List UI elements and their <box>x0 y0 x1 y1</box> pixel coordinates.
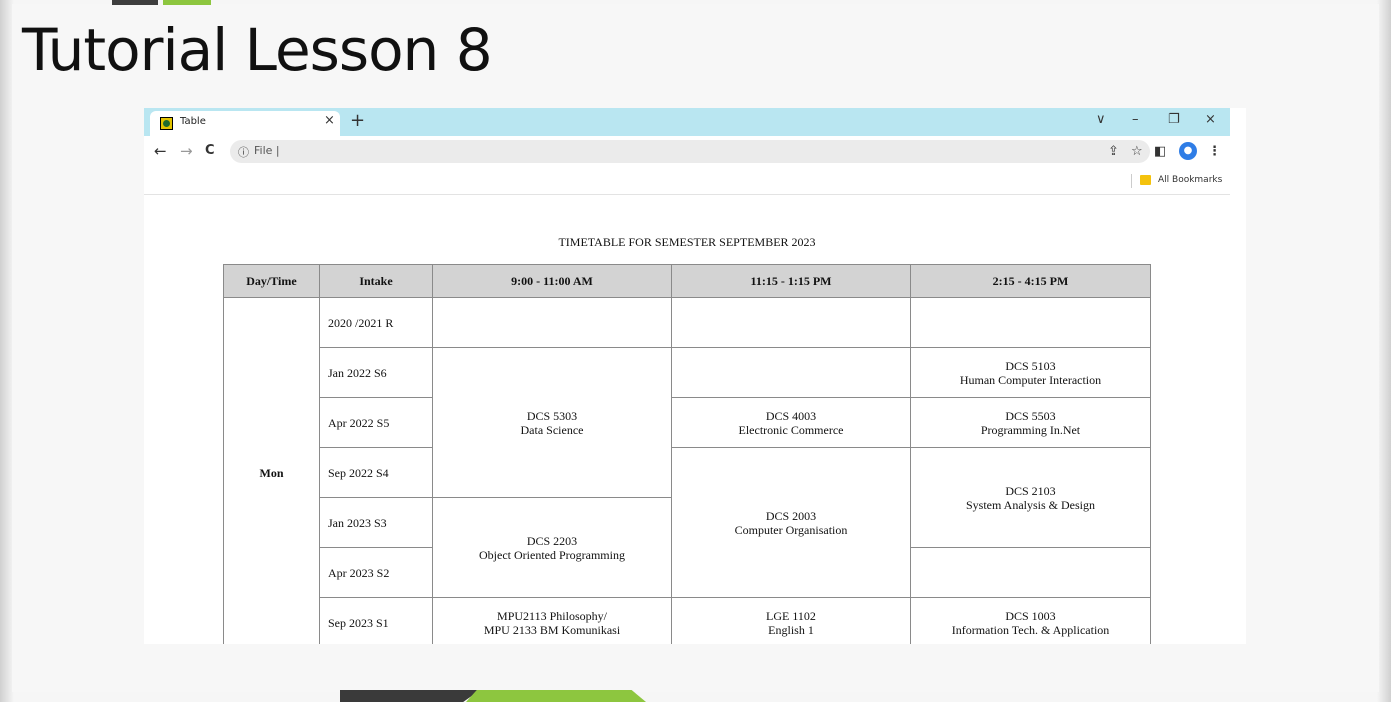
info-icon[interactable]: ⓘ <box>238 144 249 160</box>
close-tab-icon[interactable]: × <box>324 113 335 128</box>
course-code: DCS 2103 <box>1005 483 1056 498</box>
course-cell-dcs5103: DCS 5103 Human Computer Interaction <box>910 347 1151 398</box>
decor-green-bar-bottom <box>466 690 646 702</box>
all-bookmarks-button[interactable]: All Bookmarks <box>1158 175 1222 185</box>
back-button[interactable]: ← <box>154 142 167 160</box>
favicon-icon <box>160 117 173 130</box>
course-code: MPU2113 Philosophy/ <box>497 608 607 623</box>
reload-button[interactable]: C <box>205 143 215 158</box>
slide-title: Tutorial Lesson 8 <box>22 16 493 84</box>
course-name: Electronic Commerce <box>738 422 844 437</box>
menu-icon[interactable]: ⋮ <box>1208 144 1221 159</box>
course-cell-dcs1003: DCS 1003 Information Tech. & Application <box>910 597 1151 644</box>
course-code: DCS 5103 <box>1005 358 1056 373</box>
course-cell-dcs5303: DCS 5303 Data Science <box>432 347 672 498</box>
tab-table[interactable]: Table × <box>150 111 340 136</box>
course-name: Human Computer Interaction <box>959 372 1102 387</box>
page-heading: TIMETABLE FOR SEMESTER SEPTEMBER 2023 <box>558 235 816 249</box>
table-row: Apr 2022 S5 DCS 4003 Electronic Commerce… <box>224 397 1151 448</box>
course-name: Data Science <box>520 422 584 437</box>
tab-search-icon[interactable]: ∨ <box>1096 112 1106 127</box>
header-day-time: Day/Time <box>223 264 320 298</box>
table-row: Mon 2020 /2021 R <box>223 297 1151 644</box>
empty-cell <box>910 547 1151 598</box>
course-name: English 1 <box>768 622 814 637</box>
browser-toolbar: ← → C ⓘ File | ⇪ ☆ ◧ ● ⋮ <box>144 136 1230 168</box>
header-slot-1: 9:00 - 11:00 AM <box>432 264 672 298</box>
intake-cell: Jan 2023 S3 <box>319 497 433 548</box>
course-code: DCS 4003 <box>765 408 817 423</box>
course-name: Computer Organisation <box>734 522 848 537</box>
empty-cell <box>671 297 911 348</box>
course-name: Information Tech. & Application <box>951 622 1110 637</box>
intake-cell: Apr 2022 S5 <box>319 397 433 448</box>
address-text: File | <box>254 144 280 157</box>
course-cell-dcs5503: DCS 5503 Programming In.Net <box>910 397 1151 448</box>
intake-cell: 2020 /2021 R <box>319 297 433 348</box>
bookmarks-divider <box>1131 174 1132 188</box>
decor-dark-bar-top <box>112 0 158 5</box>
course-code: DCS 2203 <box>526 533 578 548</box>
course-cell-dcs2203: DCS 2203 Object Oriented Programming <box>432 497 672 598</box>
star-icon[interactable]: ☆ <box>1131 144 1143 159</box>
forward-button[interactable]: → <box>180 142 193 160</box>
course-cell-dcs4003: DCS 4003 Electronic Commerce <box>671 397 911 448</box>
day-cell: Mon <box>223 297 320 644</box>
sidepanel-icon[interactable]: ◧ <box>1154 144 1166 159</box>
bookmarks-bar: All Bookmarks <box>144 168 1230 195</box>
intake-cell: Apr 2023 S2 <box>319 547 433 598</box>
decor-dark-bar-bottom <box>340 690 480 702</box>
empty-cell <box>671 347 911 398</box>
course-name: MPU 2133 BM Komunikasi <box>483 622 621 637</box>
header-slot-2: 11:15 - 1:15 PM <box>671 264 911 298</box>
close-window-button[interactable]: × <box>1205 112 1216 127</box>
tab-title: Table <box>180 116 206 127</box>
course-name: Programming In.Net <box>980 422 1081 437</box>
timetable: Day/Time Intake 9:00 - 11:00 AM 11:15 - … <box>223 264 1151 644</box>
course-code: DCS 5303 <box>526 408 578 423</box>
header-row: Day/Time Intake 9:00 - 11:00 AM 11:15 - … <box>223 264 1151 298</box>
empty-cell <box>910 297 1151 348</box>
header-slot-3: 2:15 - 4:15 PM <box>910 264 1151 298</box>
decor-green-bar-top <box>163 0 211 5</box>
intake-cell: Sep 2023 S1 <box>319 597 433 644</box>
share-icon[interactable]: ⇪ <box>1108 144 1119 159</box>
intake-cell: Jan 2022 S6 <box>319 347 433 398</box>
browser-window: Table × + ∨ – ❐ × ← → C ⓘ File | ⇪ ☆ ◧ ●… <box>144 108 1246 644</box>
address-bar[interactable]: ⓘ File | <box>230 140 1150 163</box>
restore-button[interactable]: ❐ <box>1168 112 1180 127</box>
intake-cell: Sep 2022 S4 <box>319 447 433 498</box>
course-cell-dcs2103: DCS 2103 System Analysis & Design <box>910 447 1151 548</box>
minimize-button[interactable]: – <box>1132 112 1139 127</box>
course-code: DCS 2003 <box>765 508 817 523</box>
course-cell-lge1102: LGE 1102 English 1 <box>671 597 911 644</box>
table-row: Sep 2022 S4 DCS 2003 Computer Organisati… <box>224 447 1151 598</box>
empty-cell <box>432 297 672 348</box>
course-cell-dcs2003: DCS 2003 Computer Organisation <box>671 447 911 598</box>
folder-icon <box>1140 175 1151 185</box>
table-row: Jan 2022 S6 DCS 5303 Data Science DCS 51… <box>224 347 1151 498</box>
course-name: System Analysis & Design <box>965 497 1095 512</box>
course-cell-mpu: MPU2113 Philosophy/ MPU 2133 BM Komunika… <box>432 597 672 644</box>
course-code: LGE 1102 <box>766 608 816 623</box>
course-code: DCS 5503 <box>1005 408 1056 423</box>
course-code: DCS 1003 <box>1005 608 1056 623</box>
avatar-icon[interactable]: ● <box>1179 142 1197 160</box>
table-row: Sep 2023 S1 MPU2113 Philosophy/ MPU 2133… <box>224 597 1151 644</box>
new-tab-button[interactable]: + <box>350 110 365 131</box>
course-name: Object Oriented Programming <box>479 547 625 562</box>
tab-strip: Table × + ∨ – ❐ × <box>144 108 1230 136</box>
header-intake: Intake <box>319 264 433 298</box>
